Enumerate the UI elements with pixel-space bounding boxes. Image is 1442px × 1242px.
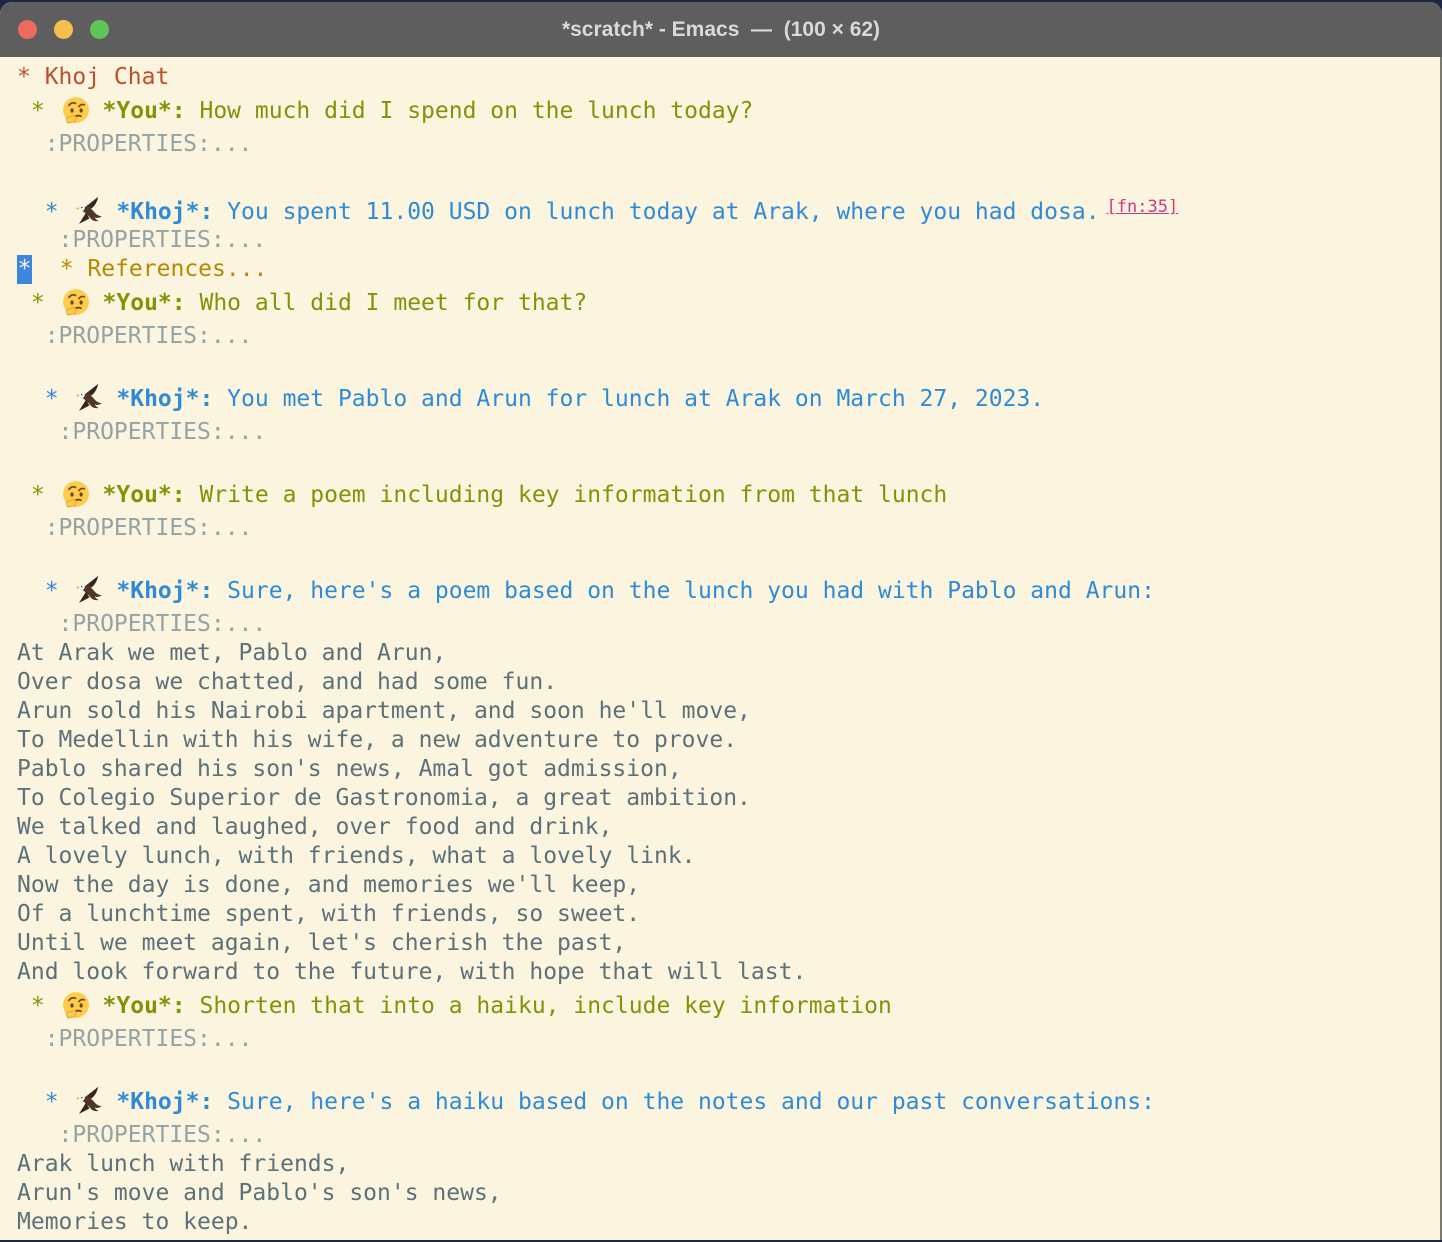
drawer-text: :PROPERTIES:... — [17, 611, 266, 637]
poem-line: Now the day is done, and memories we'll … — [17, 871, 1436, 900]
blank-line — [17, 543, 1436, 572]
eagle-icon — [74, 196, 104, 226]
emacs-window: *scratch* - Emacs — (100 × 62) * Khoj Ch… — [0, 2, 1442, 1240]
poem-line: A lovely lunch, with friends, what a lov… — [17, 842, 1436, 871]
you-label: *You*: — [103, 482, 186, 508]
heading-star: * — [17, 386, 72, 412]
properties-drawer[interactable]: :PROPERTIES:... — [17, 226, 1436, 255]
titlebar[interactable]: *scratch* - Emacs — (100 × 62) — [0, 2, 1442, 57]
org-heading-you-q2[interactable]: * *You*: Who all did I meet for that? — [17, 284, 1436, 322]
poem-line: At Arak we met, Pablo and Arun, — [17, 639, 1436, 668]
drawer-text: :PROPERTIES:... — [17, 419, 266, 445]
thinking-face-icon — [61, 990, 91, 1020]
poem-line: We talked and laughed, over food and dri… — [17, 813, 1436, 842]
org-heading-khoj-a2[interactable]: * *Khoj*: You met Pablo and Arun for lun… — [17, 380, 1436, 418]
org-heading-you-q1[interactable]: * *You*: How much did I spend on the lun… — [17, 92, 1436, 130]
properties-drawer[interactable]: :PROPERTIES:... — [17, 130, 1436, 159]
org-buffer[interactable]: * Khoj Chat * *You*: How much did I spen… — [0, 57, 1442, 1237]
properties-drawer[interactable]: :PROPERTIES:... — [17, 1121, 1436, 1150]
heading-star: * — [17, 199, 72, 225]
heading-star: * — [17, 98, 59, 124]
heading-star: * — [17, 290, 59, 316]
properties-drawer[interactable]: :PROPERTIES:... — [17, 322, 1436, 351]
drawer-text: :PROPERTIES:... — [17, 1122, 266, 1148]
poem-line: Arun sold his Nairobi apartment, and soo… — [17, 697, 1436, 726]
drawer-text: :PROPERTIES:... — [17, 227, 266, 253]
close-button[interactable] — [18, 20, 37, 39]
properties-drawer[interactable]: :PROPERTIES:... — [17, 1025, 1436, 1054]
heading-star: * — [17, 993, 59, 1019]
org-heading-you-q3[interactable]: * *You*: Write a poem including key info… — [17, 476, 1436, 514]
message-text: Shorten that into a haiku, include key i… — [186, 993, 892, 1019]
eagle-icon — [74, 383, 104, 413]
org-heading-khoj-a1[interactable]: * *Khoj*: You spent 11.00 USD on lunch t… — [17, 188, 1436, 226]
haiku-line: Arak lunch with friends, — [17, 1150, 1436, 1179]
poem-line: To Medellin with his wife, a new adventu… — [17, 726, 1436, 755]
poem-line: And look forward to the future, with hop… — [17, 958, 1436, 987]
poem-line: To Colegio Superior de Gastronomia, a gr… — [17, 784, 1436, 813]
zoom-button[interactable] — [90, 20, 109, 39]
org-heading-khoj-a4[interactable]: * *Khoj*: Sure, here's a haiku based on … — [17, 1083, 1436, 1121]
message-text: Write a poem including key information f… — [186, 482, 948, 508]
you-label: *You*: — [103, 98, 186, 124]
you-label: *You*: — [103, 290, 186, 316]
blank-line — [17, 351, 1436, 380]
message-text: How much did I spend on the lunch today? — [186, 98, 754, 124]
blank-line — [17, 159, 1436, 188]
drawer-text: :PROPERTIES:... — [17, 515, 252, 541]
drawer-text: :PROPERTIES:... — [17, 131, 252, 157]
poem-line: Of a lunchtime spent, with friends, so s… — [17, 900, 1436, 929]
blank-line — [17, 1054, 1436, 1083]
traffic-lights — [18, 20, 109, 39]
thinking-face-icon — [61, 95, 91, 125]
drawer-text: :PROPERTIES:... — [17, 1026, 252, 1052]
properties-drawer[interactable]: :PROPERTIES:... — [17, 610, 1436, 639]
org-heading-you-q4[interactable]: * *You*: Shorten that into a haiku, incl… — [17, 987, 1436, 1025]
khoj-label: *Khoj*: — [116, 578, 213, 604]
message-text: Sure, here's a poem based on the lunch y… — [213, 578, 1155, 604]
references-heading[interactable]: * References... — [32, 256, 267, 282]
org-heading-khoj-chat[interactable]: * Khoj Chat — [17, 63, 1436, 92]
message-text: You met Pablo and Arun for lunch at Arak… — [213, 386, 1044, 412]
heading-star: * — [17, 482, 59, 508]
drawer-text: :PROPERTIES:... — [17, 323, 252, 349]
eagle-icon — [74, 1086, 104, 1116]
org-heading-references[interactable]: * * References... — [17, 255, 1436, 284]
message-text: You spent 11.00 USD on lunch today at Ar… — [213, 199, 1099, 225]
khoj-label: *Khoj*: — [116, 1089, 213, 1115]
minimize-button[interactable] — [54, 20, 73, 39]
thinking-face-icon — [61, 479, 91, 509]
heading-star: * — [17, 578, 72, 604]
khoj-label: *Khoj*: — [116, 199, 213, 225]
blank-line — [17, 447, 1436, 476]
properties-drawer[interactable]: :PROPERTIES:... — [17, 514, 1436, 543]
thinking-face-icon — [61, 287, 91, 317]
eagle-icon — [74, 575, 104, 605]
org-heading-khoj-a3[interactable]: * *Khoj*: Sure, here's a poem based on t… — [17, 572, 1436, 610]
footnote-link[interactable]: [fn:35] — [1107, 197, 1179, 217]
you-label: *You*: — [103, 993, 186, 1019]
poem-line: Over dosa we chatted, and had some fun. — [17, 668, 1436, 697]
poem-line: Until we meet again, let's cherish the p… — [17, 929, 1436, 958]
haiku-line: Memories to keep. — [17, 1208, 1436, 1237]
heading-star: * — [17, 1089, 72, 1115]
message-text: Who all did I meet for that? — [186, 290, 588, 316]
haiku-line: Arun's move and Pablo's son's news, — [17, 1179, 1436, 1208]
window-title: *scratch* - Emacs — (100 × 62) — [0, 18, 1442, 42]
text-cursor: * — [17, 255, 32, 284]
khoj-label: *Khoj*: — [116, 386, 213, 412]
properties-drawer[interactable]: :PROPERTIES:... — [17, 418, 1436, 447]
poem-line: Pablo shared his son's news, Amal got ad… — [17, 755, 1436, 784]
document-title: * Khoj Chat — [17, 64, 169, 90]
message-text: Sure, here's a haiku based on the notes … — [213, 1089, 1155, 1115]
